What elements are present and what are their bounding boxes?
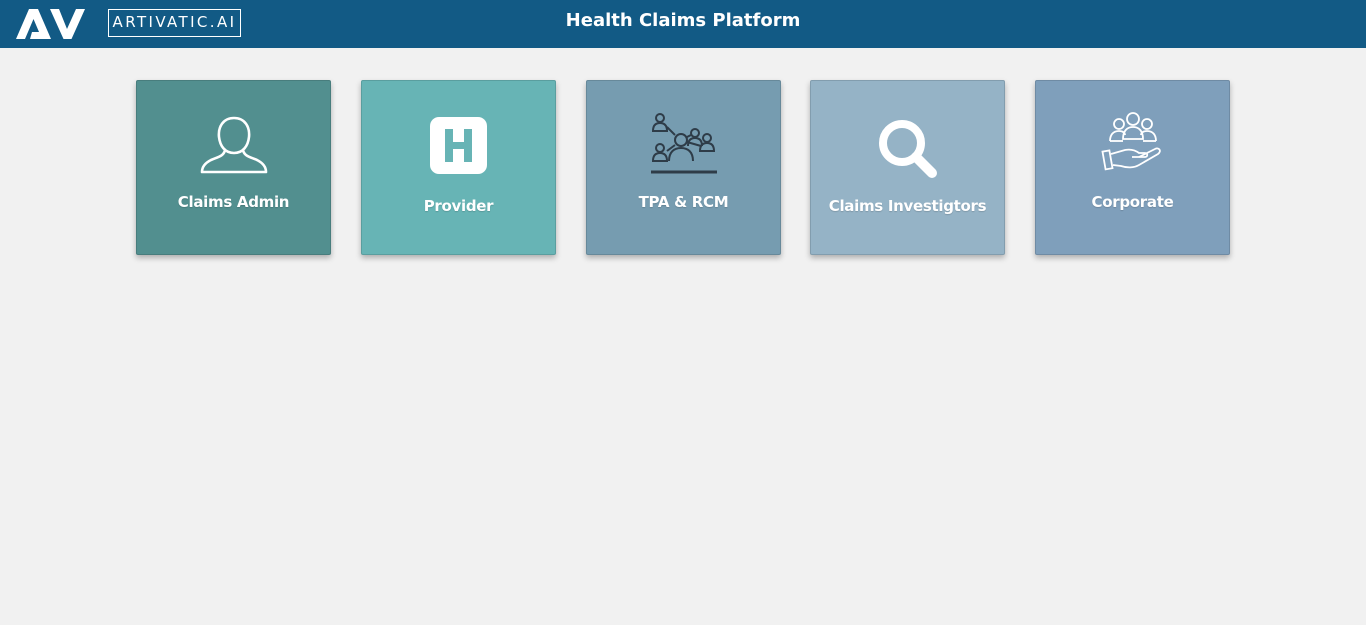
magnifier-icon [811,117,1004,181]
tile-tpa-rcm[interactable]: TPA & RCM [586,80,781,255]
tile-label: Claims Investigtors [828,197,987,215]
page-title: Health Claims Platform [565,10,801,31]
tile-label: Corporate [1091,193,1174,211]
tile-corporate[interactable]: Corporate [1035,80,1230,255]
group-in-hand-icon [1036,111,1229,177]
tile-label: Provider [423,197,494,215]
app-header: ARTIVATIC.AI Health Claims Platform [0,0,1366,48]
tile-label: TPA & RCM [638,193,729,211]
hospital-h-icon [362,117,555,174]
tile-provider[interactable]: Provider [361,80,556,255]
tile-claims-admin[interactable]: Claims Admin [136,80,331,255]
people-network-icon [587,111,780,175]
user-outline-icon [137,114,330,176]
tile-label: Claims Admin [177,193,290,211]
tile-claims-investigators[interactable]: Claims Investigtors [810,80,1005,255]
